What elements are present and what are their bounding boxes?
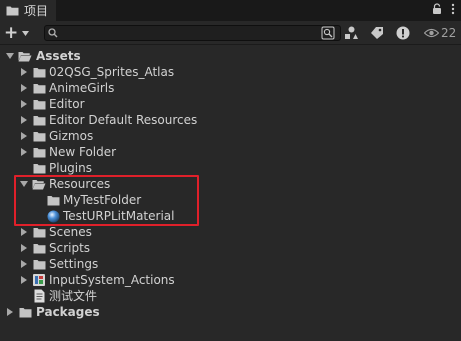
eye-icon <box>424 28 439 38</box>
visibility-toggle[interactable]: 22 <box>424 25 456 41</box>
tree-label: 02QSG_Sprites_Atlas <box>49 65 175 79</box>
highlight-box <box>14 175 199 226</box>
collapse-arrow-icon[interactable] <box>19 67 29 77</box>
tab-project[interactable]: 项目 <box>0 0 56 21</box>
tree-label: AnimeGirls <box>49 81 115 95</box>
folder-icon <box>32 97 46 111</box>
tree-row-packages[interactable]: Packages <box>0 304 461 320</box>
tree-row-assets[interactable]: Assets <box>0 48 461 64</box>
collapse-arrow-icon[interactable] <box>19 115 29 125</box>
collapse-arrow-icon[interactable] <box>19 131 29 141</box>
folder-icon <box>32 145 46 159</box>
filter-by-type-icon[interactable] <box>344 25 359 41</box>
tree-label: Gizmos <box>49 129 94 143</box>
folder-icon <box>32 225 46 239</box>
folder-icon <box>18 305 32 319</box>
tree-label: Editor Default Resources <box>49 113 198 127</box>
tree-row-folder[interactable]: Plugins <box>0 160 461 176</box>
tree-label: Scenes <box>49 225 92 239</box>
collapse-arrow-icon[interactable] <box>19 99 29 109</box>
error-icon[interactable] <box>396 25 410 41</box>
tree-label: InputSystem_Actions <box>49 273 175 287</box>
chevron-down-icon <box>22 30 30 36</box>
tree-row-folder[interactable]: Scenes <box>0 224 461 240</box>
folder-icon <box>32 113 46 127</box>
collapse-arrow-icon[interactable] <box>19 83 29 93</box>
search-icon <box>48 28 58 38</box>
tree-label: New Folder <box>49 145 117 159</box>
tree-label: 测试文件 <box>49 289 98 303</box>
collapse-arrow-icon[interactable] <box>19 243 29 253</box>
collapse-arrow-icon[interactable] <box>19 147 29 157</box>
collapse-arrow-icon[interactable] <box>5 307 15 317</box>
folder-icon <box>32 241 46 255</box>
folder-icon <box>6 5 19 16</box>
tree-row-folder[interactable]: New Folder <box>0 144 461 160</box>
collapse-arrow-icon[interactable] <box>19 275 29 285</box>
tree-row-input-actions[interactable]: InputSystem_Actions <box>0 272 461 288</box>
folder-open-icon <box>18 49 32 63</box>
folder-icon <box>32 129 46 143</box>
tree-label: Plugins <box>49 161 92 175</box>
folder-icon <box>32 81 46 95</box>
tree-row-folder[interactable]: Editor Default Resources <box>0 112 461 128</box>
folder-icon <box>32 65 46 79</box>
expand-arrow-icon[interactable] <box>5 51 15 61</box>
filter-by-label-icon[interactable] <box>370 25 384 41</box>
lock-icon[interactable] <box>432 3 442 15</box>
hidden-count: 22 <box>441 26 457 40</box>
text-file-icon <box>32 289 46 303</box>
tree-label: Assets <box>36 49 81 63</box>
search-field[interactable] <box>44 25 341 41</box>
folder-icon <box>32 161 46 175</box>
tree-row-text-file[interactable]: 测试文件 <box>0 288 461 304</box>
tab-label: 项目 <box>24 4 49 18</box>
plus-icon: + <box>4 23 19 43</box>
project-toolbar: + 22 <box>0 21 461 45</box>
tree-row-folder[interactable]: Gizmos <box>0 128 461 144</box>
tree-label: Scripts <box>49 241 91 255</box>
input-actions-icon <box>32 273 46 287</box>
tree-row-folder[interactable]: Scripts <box>0 240 461 256</box>
search-input[interactable] <box>59 26 334 40</box>
add-asset-button[interactable]: + <box>4 23 30 43</box>
collapse-arrow-icon[interactable] <box>19 259 29 269</box>
tree-row-folder[interactable]: Editor <box>0 96 461 112</box>
search-by-type-icon[interactable] <box>321 25 335 41</box>
kebab-menu-icon[interactable] <box>451 3 455 15</box>
tree-label: Editor <box>49 97 85 111</box>
tab-strip: 项目 <box>0 0 461 21</box>
tree-row-folder[interactable]: Settings <box>0 256 461 272</box>
tree-row-folder[interactable]: 02QSG_Sprites_Atlas <box>0 64 461 80</box>
collapse-arrow-icon[interactable] <box>19 227 29 237</box>
tree-label: Packages <box>36 305 100 319</box>
tree-row-folder[interactable]: AnimeGirls <box>0 80 461 96</box>
tree-label: Settings <box>49 257 99 271</box>
folder-icon <box>32 257 46 271</box>
